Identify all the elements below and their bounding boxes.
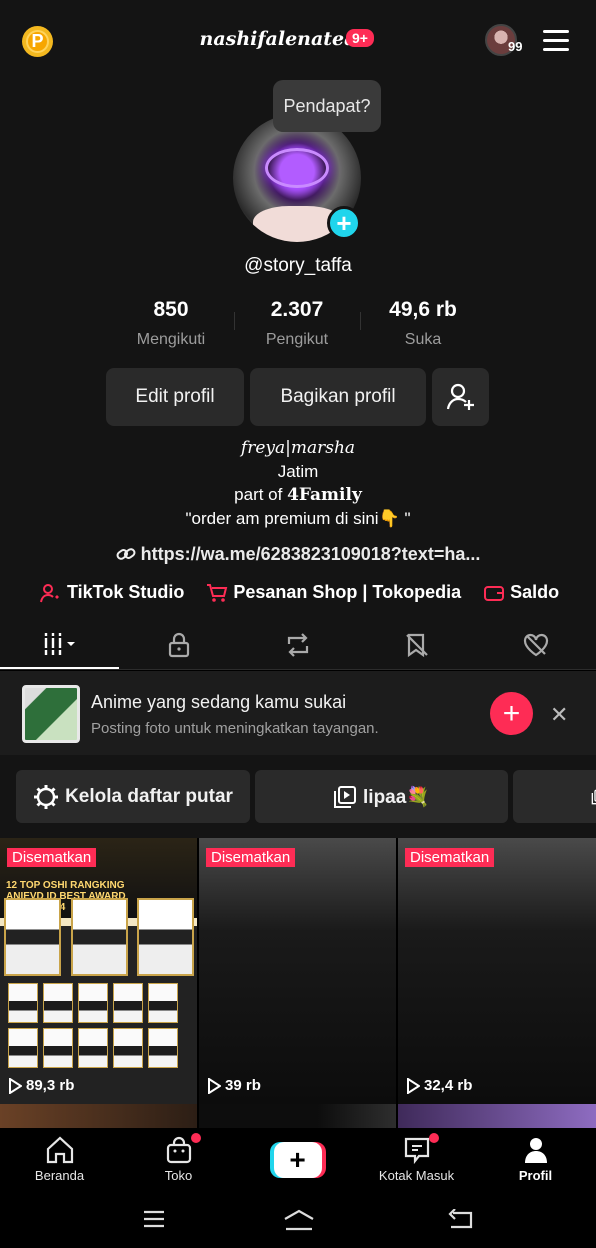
pinned-badge: Disematkan [206, 848, 296, 867]
system-nav-bar [0, 1192, 596, 1248]
home-icon [46, 1136, 73, 1164]
playlist-item-partial[interactable] [513, 770, 596, 823]
profile-icon [524, 1138, 547, 1163]
cart-icon [207, 583, 228, 602]
add-story-plus-icon[interactable]: + [327, 206, 361, 240]
bookmark-hidden-icon [405, 633, 428, 657]
notification-badge: 9+ [346, 29, 374, 47]
tab-favorites[interactable] [357, 620, 476, 669]
stat-followers[interactable]: 2.307 Pengikut [234, 298, 360, 349]
recent-apps-icon[interactable] [142, 1209, 166, 1229]
manage-playlist-button[interactable]: Kelola daftar putar [16, 770, 250, 823]
profile-tabs [0, 620, 596, 670]
share-profile-button[interactable]: Bagikan profil [250, 368, 426, 426]
video-thumbnail[interactable]: Disematkan 32,4 rb [398, 838, 596, 1104]
tab-liked[interactable] [476, 620, 595, 669]
video-thumbnail[interactable]: 12 TOP OSHI RANGKING ANIEVD ID BEST AWAR… [0, 838, 197, 1104]
pinned-badge: Disematkan [7, 848, 97, 867]
nav-profile[interactable]: Profil [476, 1128, 595, 1192]
shop-orders-link[interactable]: Pesanan Shop | Tokopedia [206, 582, 461, 603]
play-icon [208, 1077, 221, 1094]
nav-create[interactable]: + [238, 1128, 357, 1192]
gear-icon [34, 784, 59, 809]
nav-shop[interactable]: Toko [119, 1128, 238, 1192]
video-thumbnail[interactable] [398, 1104, 596, 1128]
playlist-icon [334, 785, 357, 808]
heart-hidden-icon [523, 633, 548, 656]
edit-profile-button[interactable]: Edit profil [106, 368, 244, 426]
play-icon [9, 1077, 22, 1094]
add-user-icon [446, 383, 474, 410]
tiktok-studio-link[interactable]: TikTok Studio [40, 582, 184, 603]
notification-dot [429, 1133, 439, 1143]
menu-icon[interactable] [543, 30, 569, 51]
suggestion-banner[interactable]: Anime yang sedang kamu sukai Posting fot… [0, 671, 596, 755]
grid-icon [43, 632, 75, 655]
suggestion-title: Anime yang sedang kamu sukai [91, 692, 347, 712]
nav-home[interactable]: Beranda [0, 1128, 119, 1192]
studio-user-icon [40, 583, 59, 602]
suggestion-subtitle: Posting foto untuk meningkatkan tayangan… [91, 720, 379, 737]
opinion-bubble[interactable]: Pendapat? [273, 80, 381, 132]
tab-private[interactable] [119, 620, 238, 669]
bottom-nav: Beranda Toko + Kotak Masuk Profil [0, 1128, 596, 1192]
tab-reposts[interactable] [238, 620, 357, 669]
close-icon[interactable]: ✕ [550, 702, 568, 728]
add-friend-button[interactable] [432, 368, 489, 426]
playlist-icon [591, 789, 596, 804]
notification-dot [191, 1133, 201, 1143]
story-count: 99 [508, 39, 523, 54]
view-count: 39 rb [207, 1077, 261, 1094]
link-icon [116, 548, 136, 560]
playlist-item[interactable]: lipaa💐 [255, 770, 508, 823]
quick-links: TikTok Studio Pesanan Shop | Tokopedia S… [40, 582, 581, 603]
tab-videos[interactable] [0, 620, 119, 669]
profile-stats: 850 Mengikuti 2.307 Pengikut 49,6 rb Suka [108, 298, 488, 349]
wallet-icon [484, 585, 505, 601]
nav-inbox[interactable]: Kotak Masuk [357, 1128, 476, 1192]
bio-link[interactable]: https://wa.me/6283823109018?text=ha... [0, 544, 596, 565]
repost-icon [287, 632, 308, 657]
playlist-row: Kelola daftar putar lipaa💐 [0, 755, 596, 838]
video-grid: 12 TOP OSHI RANGKING ANIEVD ID BEST AWAR… [0, 838, 596, 1128]
suggestion-add-button[interactable]: + [490, 692, 533, 735]
stat-following[interactable]: 850 Mengikuti [108, 298, 234, 349]
suggestion-thumbnail [22, 685, 80, 743]
create-plus-icon: + [269, 1142, 326, 1178]
shopping-bag-icon [166, 1136, 191, 1164]
back-icon[interactable] [447, 1209, 473, 1231]
profile-handle: @story_taffa [244, 255, 352, 276]
stat-likes[interactable]: 49,6 rb Suka [360, 298, 486, 349]
home-system-icon[interactable] [283, 1209, 315, 1231]
view-count: 89,3 rb [8, 1077, 74, 1094]
profile-bio: freya|marsha Jatim part of 4Family "orde… [185, 438, 411, 528]
view-count: 32,4 rb [406, 1077, 472, 1094]
video-thumbnail[interactable] [199, 1104, 396, 1128]
video-thumbnail[interactable]: Disematkan 39 rb [199, 838, 396, 1104]
pinned-badge: Disematkan [405, 848, 495, 867]
play-icon [407, 1077, 420, 1094]
balance-link[interactable]: Saldo [483, 582, 559, 603]
inbox-icon [404, 1137, 429, 1164]
video-thumbnail[interactable] [0, 1104, 197, 1128]
lock-icon [168, 632, 189, 657]
